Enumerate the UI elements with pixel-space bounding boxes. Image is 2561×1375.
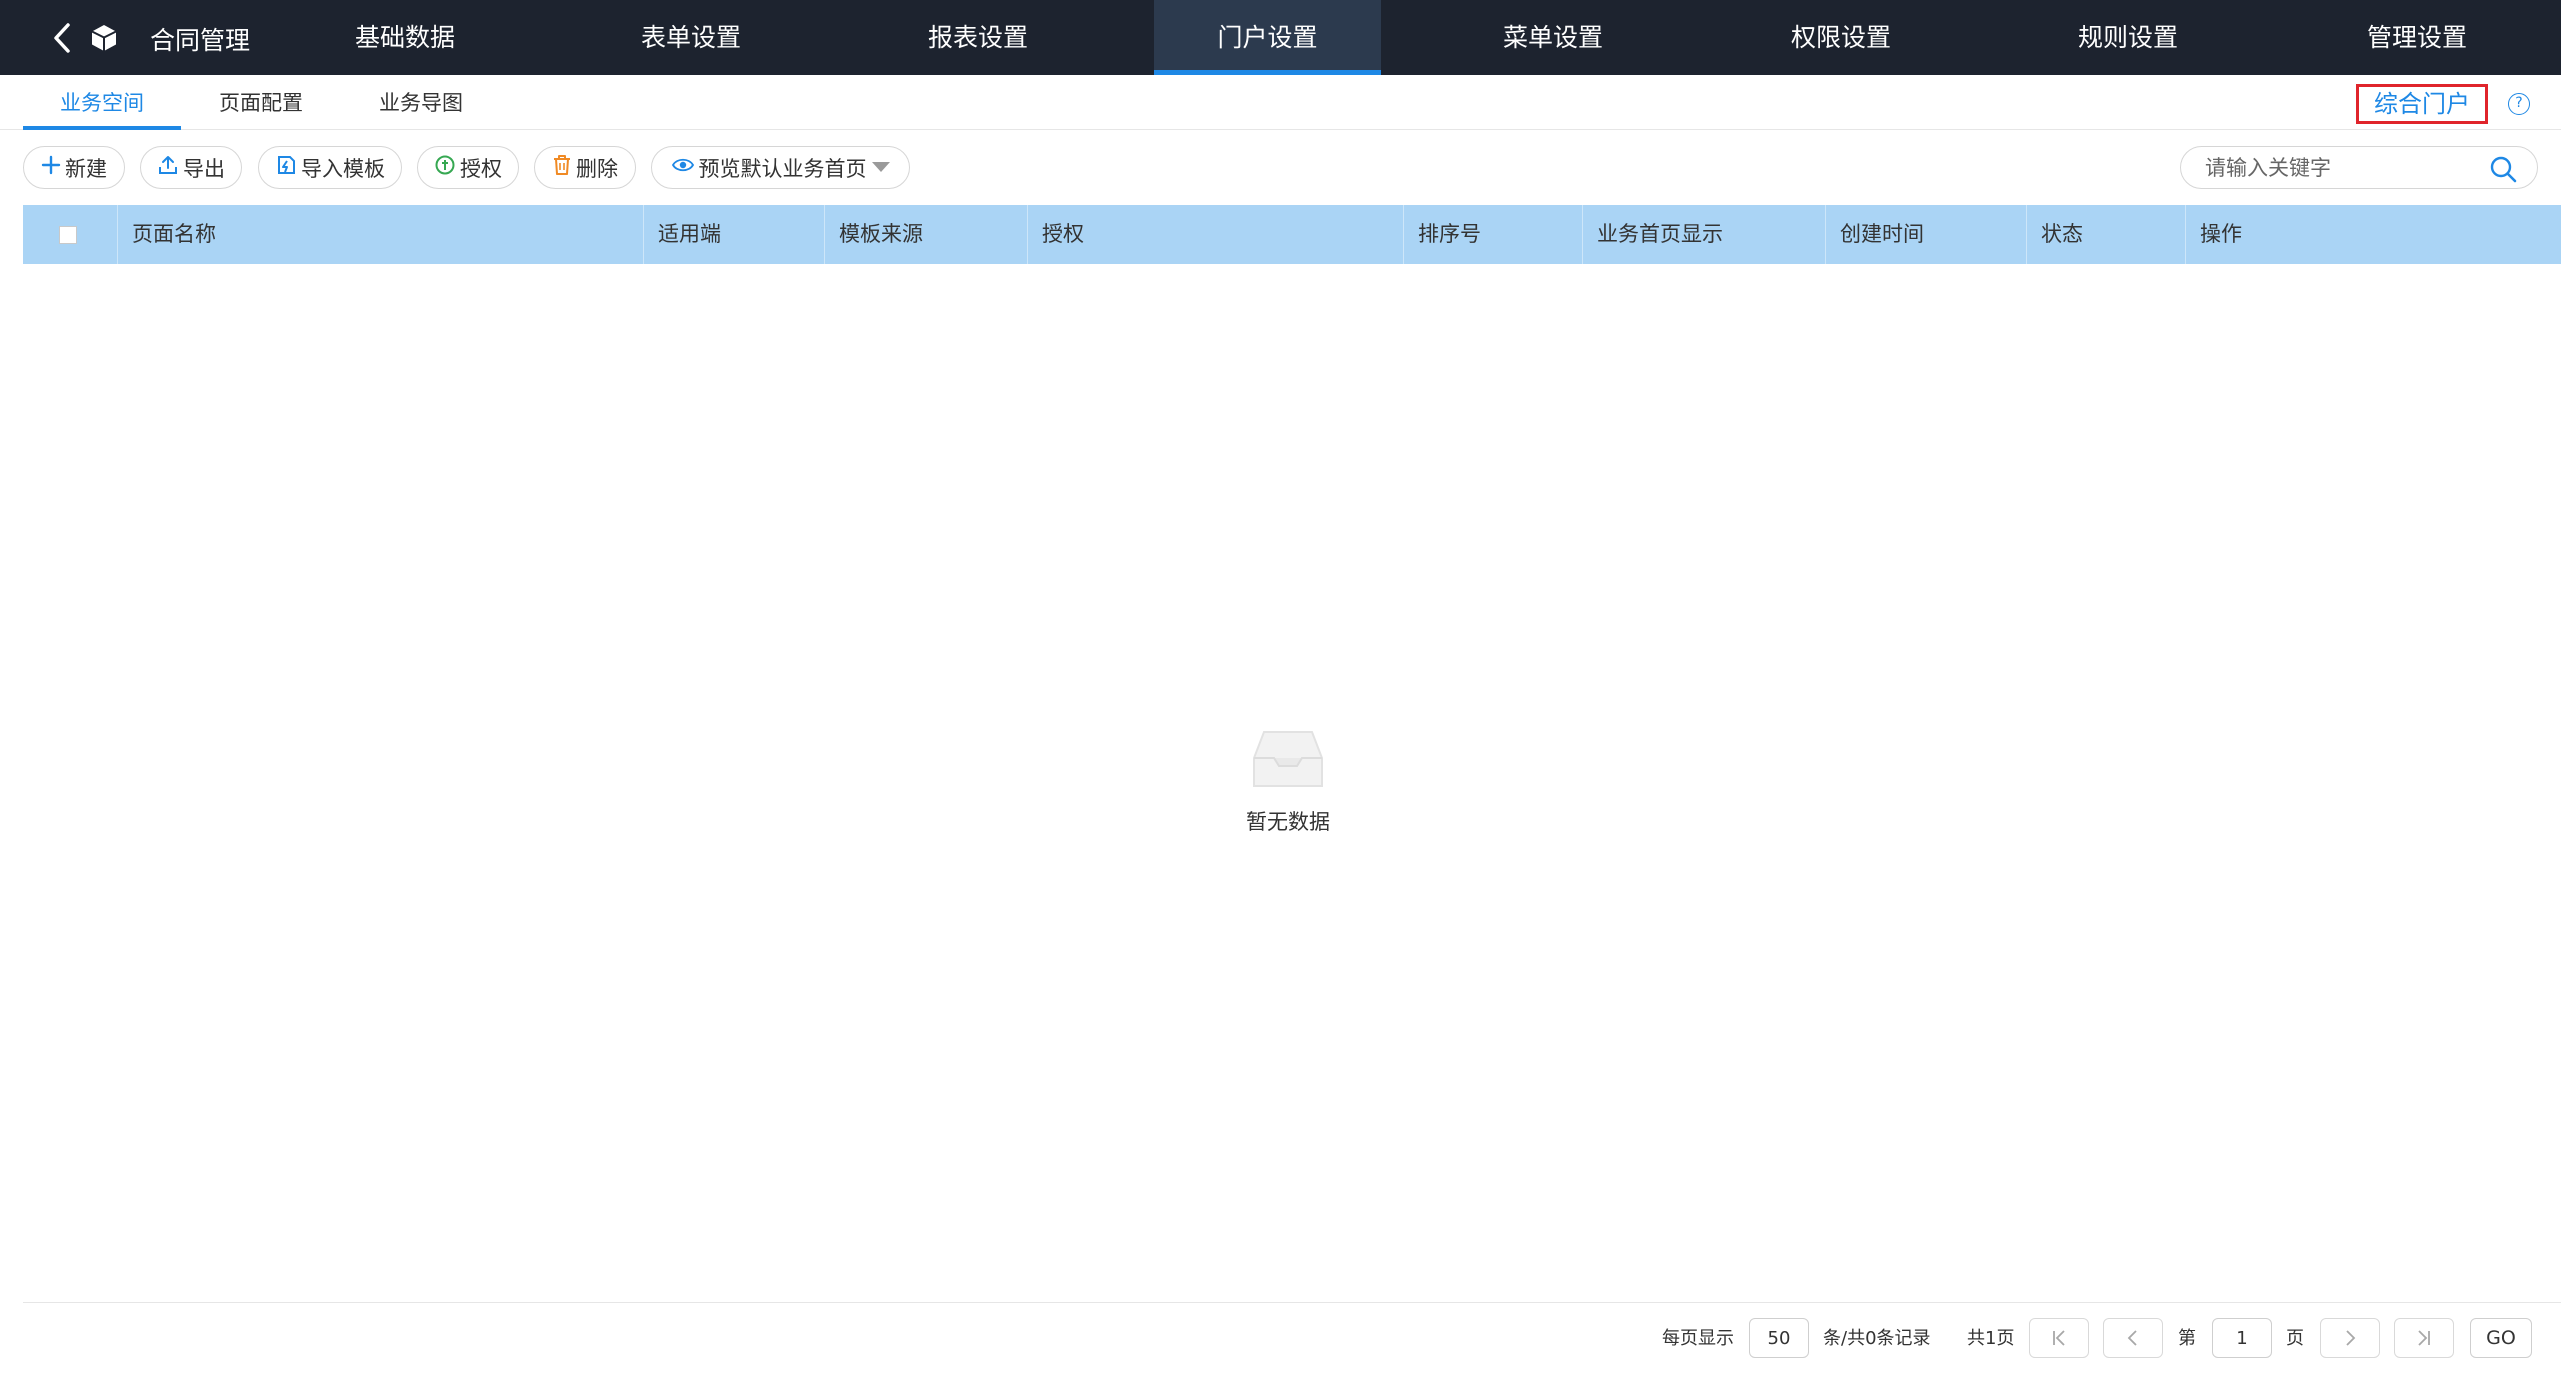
new-button[interactable]: 新建	[23, 146, 125, 189]
empty-inbox-icon	[1250, 728, 1326, 790]
page-suffix-label: 页	[2286, 1328, 2304, 1349]
column-header-actions[interactable]: 操作	[2185, 205, 2561, 264]
sub-tab-bar: 业务空间 页面配置 业务导图	[0, 75, 2561, 130]
chevron-right-icon	[2346, 1330, 2356, 1346]
go-button[interactable]: GO	[2470, 1318, 2532, 1358]
plus-icon	[41, 155, 61, 180]
delete-button[interactable]: 删除	[534, 146, 636, 189]
import-template-button[interactable]: 导入模板	[258, 146, 402, 189]
empty-state-text: 暂无数据	[1246, 810, 1330, 834]
tab-business-map[interactable]: 业务导图	[360, 89, 482, 130]
tab-page-config[interactable]: 页面配置	[200, 89, 322, 130]
column-header-page-name[interactable]: 页面名称	[117, 205, 643, 264]
import-template-label: 导入模板	[301, 156, 385, 181]
authorize-button-label: 授权	[460, 156, 502, 181]
page-prefix-label: 第	[2178, 1328, 2196, 1349]
column-header-status[interactable]: 状态	[2026, 205, 2185, 264]
chevron-left-icon	[2127, 1330, 2137, 1346]
first-page-icon	[2053, 1330, 2065, 1346]
nav-item-portal-settings[interactable]: 门户设置	[1154, 0, 1381, 75]
table-header: 页面名称 适用端 模板来源 授权 排序号 业务首页显示 创建时间 状态 操作	[23, 205, 2561, 264]
nav-item-menu-settings[interactable]: 菜单设置	[1478, 0, 1628, 75]
nav-item-rule-settings[interactable]: 规则设置	[2053, 0, 2203, 75]
nav-item-basic-data[interactable]: 基础数据	[330, 0, 480, 75]
integrated-portal-link[interactable]: 综合门户	[2356, 84, 2488, 124]
column-header-authorization[interactable]: 授权	[1027, 205, 1403, 264]
column-header-platform[interactable]: 适用端	[643, 205, 824, 264]
column-header-homepage-display[interactable]: 业务首页显示	[1582, 205, 1825, 264]
back-icon[interactable]	[44, 18, 80, 58]
first-page-button[interactable]	[2029, 1318, 2089, 1358]
nav-item-form-settings[interactable]: 表单设置	[616, 0, 766, 75]
delete-button-label: 删除	[576, 156, 618, 181]
column-header-template-source[interactable]: 模板来源	[824, 205, 1027, 264]
select-all-checkbox[interactable]	[59, 226, 77, 244]
top-navigation-bar: 合同管理 基础数据 表单设置 报表设置 门户设置 菜单设置 权限设置 规则设置 …	[0, 0, 2561, 75]
import-icon	[275, 154, 297, 181]
search-icon[interactable]	[2489, 155, 2517, 183]
records-count-label: 条/共0条记录	[1823, 1328, 1931, 1349]
upload-icon	[157, 154, 179, 181]
nav-item-admin-settings[interactable]: 管理设置	[2342, 0, 2492, 75]
authorize-icon	[434, 154, 456, 181]
column-header-created-time[interactable]: 创建时间	[1825, 205, 2026, 264]
search-box	[2180, 146, 2538, 189]
last-page-icon	[2418, 1330, 2430, 1346]
nav-item-report-settings[interactable]: 报表设置	[903, 0, 1053, 75]
preview-eye-icon	[671, 154, 695, 181]
tab-business-space[interactable]: 业务空间	[23, 89, 181, 130]
export-button-label: 导出	[183, 156, 225, 181]
app-title: 合同管理	[150, 26, 251, 55]
nav-item-permission-settings[interactable]: 权限设置	[1766, 0, 1916, 75]
total-pages-label: 共1页	[1967, 1328, 2015, 1349]
prev-page-button[interactable]	[2103, 1318, 2163, 1358]
next-page-button[interactable]	[2320, 1318, 2380, 1358]
new-button-label: 新建	[65, 156, 107, 181]
preview-default-homepage-label: 预览默认业务首页	[698, 156, 867, 181]
preview-default-homepage-dropdown[interactable]: 预览默认业务首页	[651, 146, 910, 189]
current-page-input[interactable]: 1	[2212, 1318, 2272, 1358]
search-input[interactable]	[2205, 152, 2475, 184]
export-button[interactable]: 导出	[140, 146, 242, 189]
trash-icon	[552, 154, 572, 181]
caret-down-icon	[871, 157, 891, 179]
app-cube-icon	[90, 24, 118, 52]
authorize-button[interactable]: 授权	[417, 146, 519, 189]
per-page-label: 每页显示	[1662, 1328, 1734, 1349]
per-page-input[interactable]: 50	[1749, 1318, 1809, 1358]
footer-divider	[23, 1302, 2561, 1303]
column-header-sort-number[interactable]: 排序号	[1403, 205, 1582, 264]
help-icon[interactable]: ?	[2508, 93, 2530, 115]
last-page-button[interactable]	[2394, 1318, 2454, 1358]
